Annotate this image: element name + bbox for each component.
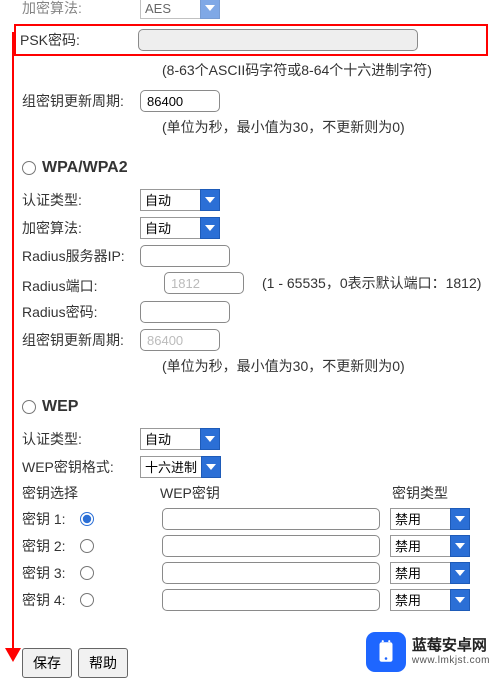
wep-key-type-select[interactable]: 禁用 <box>390 589 470 611</box>
wep-auth-select[interactable]: 自动 <box>140 428 220 450</box>
watermark-logo-icon <box>366 632 406 672</box>
wep-key-radio[interactable] <box>80 539 94 553</box>
wep-format-label: WEP密钥格式: <box>22 457 140 477</box>
wpa-rekey-input[interactable] <box>140 329 220 351</box>
wep-key-row: 密钥 3: 禁用 <box>22 562 482 584</box>
wpa-algo-select[interactable]: 自动 <box>140 217 220 239</box>
group-rekey-label: 组密钥更新周期: <box>22 91 140 111</box>
radius-ip-label: Radius服务器IP: <box>22 246 140 266</box>
wep-key-type-select[interactable]: 禁用 <box>390 508 470 530</box>
wep-key-radio[interactable] <box>80 593 94 607</box>
wpa-section-title: WPA/WPA2 <box>42 159 128 177</box>
psk-hint: (8-63个ASCII码字符或8-64个十六进制字符) <box>162 60 482 81</box>
wep-key-label: 密钥 2: <box>22 536 80 556</box>
watermark-title: 蓝莓安卓网 <box>412 637 490 655</box>
wep-key-radio[interactable] <box>80 512 94 526</box>
wep-format-select[interactable]: 十六进制 <box>140 456 221 478</box>
wep-key-type-select[interactable]: 禁用 <box>390 535 470 557</box>
wpa-algo-label: 加密算法: <box>22 218 140 238</box>
wep-key-type-select[interactable]: 禁用 <box>390 562 470 584</box>
wep-header-key: WEP密钥 <box>102 483 392 503</box>
annotation-arrow-head <box>5 648 21 662</box>
wep-key-input[interactable] <box>162 535 380 557</box>
radius-port-hint: (1 - 65535，0表示默认端口：1812) <box>262 273 481 294</box>
wep-key-row: 密钥 2: 禁用 <box>22 535 482 557</box>
wep-key-input[interactable] <box>162 508 380 530</box>
wep-section-title: WEP <box>42 398 78 416</box>
group-rekey-input[interactable] <box>140 90 220 112</box>
radius-port-input[interactable] <box>164 272 244 294</box>
wep-key-radio[interactable] <box>80 566 94 580</box>
encryption-algo-label: 加密算法: <box>22 0 140 18</box>
radius-pw-label: Radius密码: <box>22 302 140 322</box>
watermark-url: www.lmkjst.com <box>412 655 490 667</box>
wep-key-row: 密钥 1: 禁用 <box>22 508 482 530</box>
watermark: 蓝莓安卓网 www.lmkjst.com <box>366 632 490 672</box>
psk-password-input[interactable] <box>138 29 418 51</box>
wep-key-label: 密钥 1: <box>22 509 80 529</box>
annotation-arrow-line <box>12 32 14 652</box>
group-rekey-hint: (单位为秒，最小值为30，不更新则为0) <box>162 117 482 138</box>
wep-key-input[interactable] <box>162 589 380 611</box>
wpa-rekey-label: 组密钥更新周期: <box>22 330 140 350</box>
encryption-algo-select[interactable]: AES <box>140 0 220 19</box>
wep-key-label: 密钥 3: <box>22 563 80 583</box>
wep-header-type: 密钥类型 <box>392 483 482 503</box>
wpa-rekey-hint: (单位为秒，最小值为30，不更新则为0) <box>162 356 482 377</box>
radius-ip-input[interactable] <box>140 245 230 267</box>
wep-header-select: 密钥选择 <box>22 483 102 503</box>
psk-password-label: PSK密码: <box>20 30 138 50</box>
radius-pw-input[interactable] <box>140 301 230 323</box>
wpa-auth-select[interactable]: 自动 <box>140 189 220 211</box>
psk-highlight-box: PSK密码: <box>14 24 488 56</box>
wep-key-row: 密钥 4: 禁用 <box>22 589 482 611</box>
mode-wpa-radio[interactable] <box>22 161 36 175</box>
wep-key-input[interactable] <box>162 562 380 584</box>
wep-key-label: 密钥 4: <box>22 590 80 610</box>
radius-port-label: Radius端口: <box>22 272 140 296</box>
mode-wep-radio[interactable] <box>22 400 36 414</box>
wpa-auth-label: 认证类型: <box>22 190 140 210</box>
wep-auth-label: 认证类型: <box>22 429 140 449</box>
save-button[interactable]: 保存 <box>22 648 72 678</box>
help-button[interactable]: 帮助 <box>78 648 128 678</box>
